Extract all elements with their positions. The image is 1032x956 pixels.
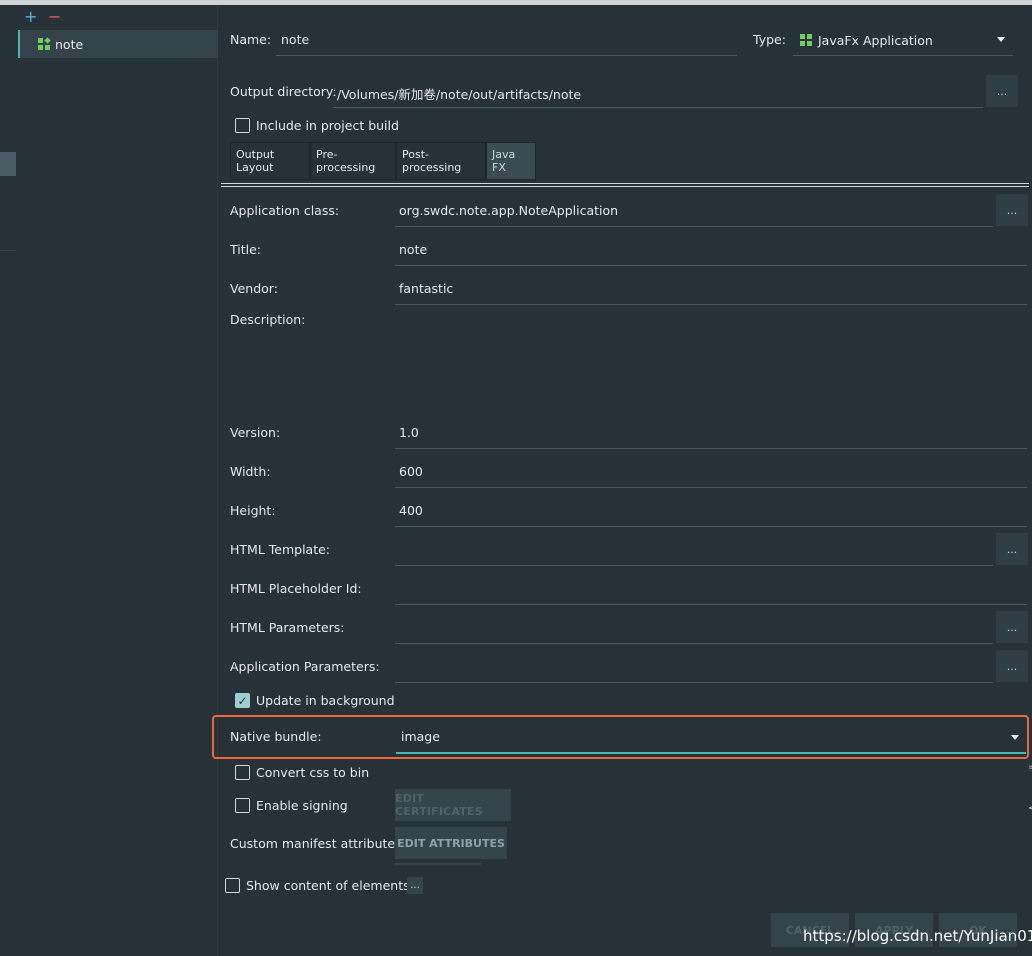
app-class-input[interactable]: org.swdc.note.app.NoteApplication	[399, 203, 618, 218]
edit-attributes-shadow	[395, 863, 481, 865]
artifact-list-item-note[interactable]: note	[18, 30, 218, 58]
scroll-marker: <	[1028, 803, 1032, 814]
title-label: Title:	[230, 242, 261, 257]
description-label: Description:	[230, 312, 306, 327]
enable-signing-label: Enable signing	[256, 798, 348, 813]
app-class-browse-button[interactable]: ...	[996, 194, 1028, 226]
javafx-app-icon	[800, 34, 812, 46]
width-underline	[395, 487, 1027, 488]
tab-divider	[221, 186, 1029, 187]
enable-signing-checkbox[interactable]	[235, 798, 250, 813]
watermark-text: https://blog.csdn.net/YunJian01	[803, 927, 1032, 945]
html-template-input[interactable]	[395, 534, 993, 564]
output-dir-input[interactable]: /Volumes/新加卷/note/out/artifacts/note	[337, 84, 581, 103]
version-input[interactable]: 1.0	[399, 425, 419, 440]
output-dir-browse-button[interactable]: ...	[986, 75, 1018, 107]
tab-java-fx[interactable]: Java FX	[486, 142, 536, 180]
left-rail-divider	[0, 250, 16, 251]
include-build-label: Include in project build	[256, 118, 399, 133]
version-underline	[395, 448, 1027, 449]
description-textarea[interactable]	[395, 306, 1027, 410]
edit-certificates-button[interactable]: EDIT CERTIFICATES	[395, 789, 511, 821]
html-placeholder-underline	[395, 604, 1027, 605]
left-rail	[0, 5, 16, 956]
tab-post-processing[interactable]: Post-processing	[396, 142, 486, 180]
height-input[interactable]: 400	[399, 503, 423, 518]
javafx-app-icon	[38, 37, 51, 50]
type-dropdown-value: JavaFx Application	[818, 32, 933, 48]
edit-attributes-button[interactable]: EDIT ATTRIBUTES	[395, 827, 507, 859]
show-content-label: Show content of elements	[246, 878, 410, 893]
scroll-marker: =	[1028, 762, 1032, 773]
html-params-input[interactable]	[395, 612, 993, 642]
artifact-list-panel	[16, 5, 218, 956]
convert-css-label: Convert css to bin	[256, 765, 370, 780]
output-dir-label: Output directory:	[230, 84, 337, 99]
width-input[interactable]: 600	[399, 464, 423, 479]
html-params-label: HTML Parameters:	[230, 620, 345, 635]
html-params-browse-button[interactable]: ...	[996, 611, 1028, 643]
name-label: Name:	[230, 32, 272, 47]
app-params-input[interactable]	[395, 651, 993, 681]
add-artifact-button[interactable]: +	[24, 9, 37, 25]
type-label: Type:	[753, 32, 786, 47]
title-input[interactable]: note	[399, 242, 427, 257]
name-input[interactable]: note	[281, 32, 309, 47]
tab-pre-processing[interactable]: Pre-processing	[310, 142, 396, 180]
native-bundle-dropdown[interactable]: image	[396, 722, 1026, 752]
native-bundle-value: image	[401, 729, 440, 744]
app-class-underline	[395, 226, 993, 227]
vendor-input[interactable]: fantastic	[399, 281, 453, 296]
show-content-checkbox[interactable]	[225, 878, 240, 893]
version-label: Version:	[230, 425, 281, 440]
type-dropdown[interactable]: JavaFx Application	[793, 26, 1013, 54]
update-bg-checkbox[interactable]	[235, 693, 250, 708]
type-dropdown-underline	[793, 55, 1013, 56]
include-build-checkbox[interactable]	[235, 118, 250, 133]
chevron-down-icon	[997, 37, 1005, 42]
title-underline	[395, 265, 1027, 266]
height-label: Height:	[230, 503, 276, 518]
native-bundle-label: Native bundle:	[230, 729, 322, 744]
custom-manifest-label: Custom manifest attributes	[230, 836, 402, 851]
chevron-down-icon	[1011, 735, 1019, 740]
update-bg-label: Update in background	[256, 693, 395, 708]
html-template-browse-button[interactable]: ...	[996, 533, 1028, 565]
name-input-underline	[276, 55, 737, 56]
app-params-label: Application Parameters:	[230, 659, 380, 674]
vendor-label: Vendor:	[230, 281, 278, 296]
app-class-label: Application class:	[230, 203, 340, 218]
html-params-underline	[395, 643, 993, 644]
html-placeholder-input[interactable]	[395, 573, 1027, 603]
app-params-underline	[395, 682, 993, 683]
show-content-options-button[interactable]: ...	[407, 877, 423, 894]
html-template-label: HTML Template:	[230, 542, 331, 557]
html-template-underline	[395, 565, 993, 566]
output-dir-underline	[333, 107, 983, 108]
tab-output-layout[interactable]: Output Layout	[230, 142, 310, 180]
convert-css-checkbox[interactable]	[235, 765, 250, 780]
tab-divider	[221, 183, 1029, 184]
artifact-item-label: note	[55, 36, 84, 52]
height-underline	[395, 526, 1027, 527]
vendor-underline	[395, 304, 1027, 305]
left-rail-selection[interactable]	[0, 152, 16, 176]
html-placeholder-label: HTML Placeholder Id:	[230, 581, 362, 596]
native-bundle-underline	[396, 752, 1026, 754]
app-params-browse-button[interactable]: ...	[996, 650, 1028, 682]
remove-artifact-button[interactable]: −	[48, 9, 61, 25]
width-label: Width:	[230, 464, 271, 479]
